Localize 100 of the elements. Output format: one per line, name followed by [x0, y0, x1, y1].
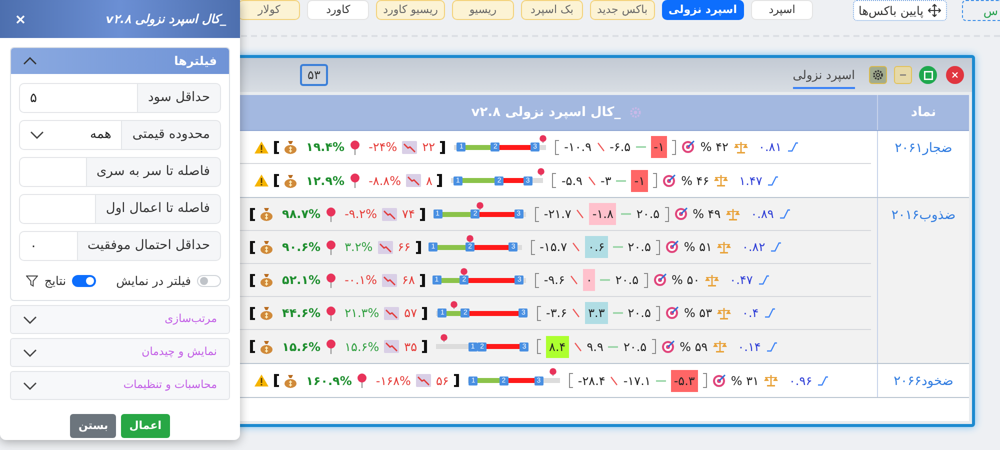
layout-button[interactable]: پایین باکس‌ها — [853, 0, 947, 21]
change-text: -۲۴% — [368, 139, 398, 156]
dialog-title: _کال اسپرد نزولی v۲.۸ — [106, 11, 226, 28]
strategy-tab[interactable]: اسپرد — [751, 0, 813, 20]
count-text: ۲۲ — [422, 139, 436, 156]
value-text: -۱۷.۱ — [623, 372, 651, 390]
slash-icon — [570, 275, 578, 285]
input-field[interactable] — [19, 157, 86, 187]
bracket-mark — [437, 174, 442, 187]
money-bag-icon — [260, 273, 273, 287]
probability-text: ۴۶ % — [681, 172, 710, 190]
toggle-switch[interactable] — [72, 275, 96, 287]
symbol-link[interactable]: ضخود۲۰۶۶ — [894, 372, 954, 392]
bracket-mark — [274, 374, 279, 387]
toggle-switch[interactable] — [197, 275, 221, 287]
value-text: ۲۰.۵ — [623, 338, 647, 356]
probability-text: ۴۲ % — [700, 139, 728, 156]
money-bag-icon — [284, 174, 297, 188]
probability-text: ۵۰ % — [672, 272, 700, 289]
bracket-mark — [656, 240, 660, 254]
settings-button[interactable] — [869, 66, 887, 84]
probability-text: ۵۳ % — [684, 305, 712, 322]
slash-icon — [576, 209, 584, 219]
value-text: ۲۰.۵ — [636, 206, 660, 223]
trend-icon — [817, 376, 830, 386]
close-icon — [952, 72, 958, 78]
input-field[interactable]: ۵ — [19, 83, 137, 113]
field-label: محدوده قیمتی — [121, 120, 221, 150]
symbol-link[interactable]: ضجار۲۰۶۱ — [894, 139, 952, 158]
edge-box[interactable]: س — [962, 0, 1000, 21]
dash-icon — [608, 344, 618, 348]
apply-button[interactable]: اعمال — [121, 414, 170, 438]
strategy-tab[interactable]: باکس جدید — [590, 0, 655, 20]
bracket-mark — [653, 173, 658, 188]
section-header[interactable]: نمایش و چیدمان — [10, 338, 230, 367]
close-button[interactable] — [946, 66, 964, 84]
bracket-mark — [702, 373, 707, 388]
strategy-tab[interactable]: کاورد — [307, 0, 370, 20]
pin-icon — [326, 339, 336, 354]
chevron-down-icon — [23, 382, 37, 390]
close-dialog-button[interactable]: بستن — [70, 414, 116, 438]
highlighted-value: ۰.۶ — [585, 236, 608, 258]
section-header[interactable]: مرتب‌سازی — [10, 305, 230, 334]
return-text: ۱۲.۹% — [306, 172, 345, 190]
value-text: ۲۰.۵ — [628, 305, 651, 322]
change-text: -۱۶۸% — [376, 372, 411, 390]
scale-icon — [714, 174, 728, 187]
ratio-text: ۰.۱۴ — [738, 338, 761, 356]
trend-icon — [764, 308, 776, 318]
probability-text: ۴۹ % — [692, 206, 721, 223]
strategy-tab[interactable]: ریسیو کاورد — [376, 0, 445, 20]
value-text: -۵.۹ — [561, 172, 582, 190]
strategy-tab[interactable]: کولار — [238, 0, 300, 20]
trend-icon — [767, 176, 780, 186]
count-text: ۸ — [426, 172, 432, 190]
strategy-tab[interactable]: ریسیو — [452, 0, 514, 20]
window-tab[interactable]: اسپرد نزولی — [792, 66, 855, 88]
select-field[interactable]: همه — [19, 120, 122, 150]
chevron-up-icon — [23, 57, 37, 65]
chevron-down-icon — [30, 131, 44, 139]
close-button[interactable] — [14, 13, 26, 25]
target-icon — [681, 140, 696, 154]
change-text: ۱۵.۶% — [344, 338, 380, 356]
strategy-tab[interactable]: اسپرد نزولی — [662, 0, 744, 20]
symbol-link[interactable]: ضذوب۲۰۱۶ — [891, 206, 956, 226]
return-text: ۱۹.۴% — [306, 139, 345, 156]
ratio-text: ۰.۴ — [742, 305, 759, 322]
bracket-mark — [440, 140, 446, 154]
strategy-tab[interactable]: بک اسپرد — [520, 0, 583, 20]
column-header: _کال اسپرد نزولی v۲.۸ — [471, 104, 621, 122]
count-text: ۵۷ — [404, 305, 418, 322]
pin-icon — [326, 240, 336, 254]
dash-icon — [636, 145, 646, 149]
section-header[interactable]: محاسبات و تنظیمات — [10, 371, 230, 400]
chevron-down-icon — [23, 348, 37, 356]
bracket-mark — [568, 373, 573, 388]
target-icon — [674, 207, 688, 221]
return-text: ۹۰.۶% — [282, 239, 321, 256]
field-label: فاصله تا سر به سری — [86, 157, 221, 187]
pin-icon — [350, 140, 360, 154]
input-field[interactable] — [19, 194, 95, 224]
count-text: ۶۶ — [398, 239, 411, 256]
value-text: -۹.۶ — [544, 272, 565, 289]
bracket-mark — [420, 274, 425, 286]
slash-icon — [610, 376, 618, 386]
bracket-mark — [656, 306, 660, 320]
switch-label: فیلتر در نمایش — [116, 273, 191, 290]
square-icon — [924, 70, 932, 80]
slash-icon — [588, 176, 596, 186]
return-text: ۴۴.۶% — [282, 305, 321, 322]
bracket-mark — [422, 340, 428, 353]
value-text: -۳ — [600, 172, 612, 190]
change-text: -۰.۱% — [344, 272, 377, 289]
close-icon — [16, 14, 24, 24]
chart-down-icon — [384, 306, 400, 320]
chevron-down-icon — [23, 316, 37, 324]
accordion-header[interactable]: فیلترها — [11, 48, 229, 74]
highlighted-value: ۳.۳ — [585, 302, 608, 324]
maximize-button[interactable] — [919, 66, 937, 84]
input-field[interactable]: ۰ — [19, 231, 77, 261]
